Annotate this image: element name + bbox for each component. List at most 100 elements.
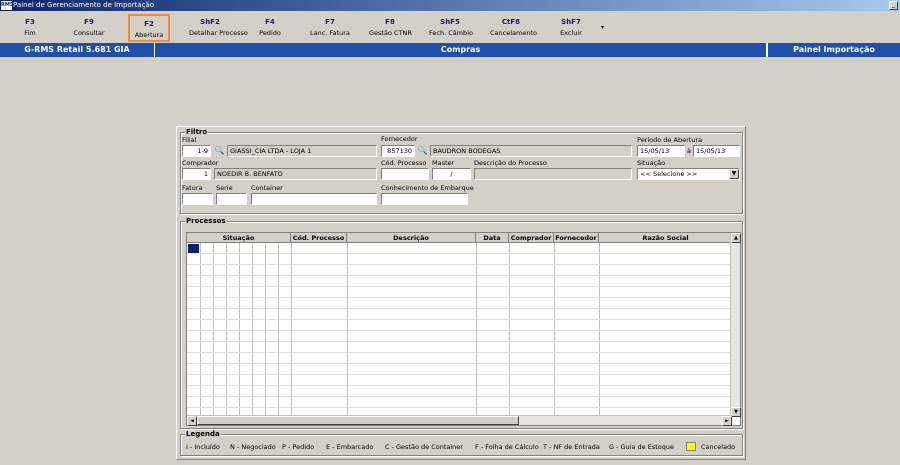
button-label: Detalhar Processo [189,29,248,37]
button-label: Excluir [560,29,582,37]
conhecimento-field[interactable] [381,193,468,205]
shortcut-key: ShF5 [440,18,460,26]
fornecedor-code-field[interactable]: 857130 [381,145,415,157]
processos-group: Processos Situação Cód. Processo Descriç… [180,217,743,429]
legend-item: C - Gestão de Container [385,443,463,451]
periodo-label: Período de Abertura [637,136,703,144]
shortcut-key: F3 [25,18,35,26]
cancelado-color-swatch [686,442,696,451]
filter-group-title: Filtro [185,128,209,136]
toolbar-button-cancelamento[interactable]: CtF8 Cancelamento [490,14,537,42]
processos-grid[interactable]: Situação Cód. Processo Descrição Data Co… [186,232,741,426]
button-label: Abertura [134,31,164,39]
column-header-data[interactable]: Data [476,233,509,243]
button-label: Gestão CTNR [369,29,412,37]
horizontal-scroll-thumb[interactable] [197,416,519,425]
toolbar-button-lanc-fatura[interactable]: F7 Lanc. Fatura [309,14,351,42]
horizontal-scrollbar[interactable]: ◄ ► [187,415,732,426]
comprador-name-field: NOEDIR B. BENFATO [214,168,377,180]
legend-item: I - Incluído [186,443,220,451]
legend-item: P - Pedido [282,443,315,451]
button-label: Fim [24,29,36,37]
column-header-cod-processo[interactable]: Cód. Processo [291,233,347,243]
filial-code-field[interactable]: 1-9 [182,145,211,157]
situacao-dropdown[interactable]: << Selecione >> ▼ [637,168,740,180]
column-header-comprador[interactable]: Comprador [509,233,554,243]
processos-group-title: Processos [185,217,227,225]
minimize-button[interactable]: _ [889,1,898,10]
cod-processo-field[interactable] [381,168,429,180]
fornecedor-name-field: BAUDRON BODEGAS [430,145,632,157]
serie-field[interactable] [216,193,247,205]
master-label: Master [432,159,455,167]
toolbar-button-abertura[interactable]: F2 Abertura [128,14,170,42]
selected-cell[interactable] [188,244,199,253]
binoculars-search-icon[interactable]: 🔍 [214,146,225,156]
comprador-label: Comprador [182,159,219,167]
periodo-separator: à [687,147,691,155]
chevron-down-icon[interactable]: ▼ [729,169,739,179]
shortcut-key: ShF7 [561,18,581,26]
situacao-label: Situação [637,159,666,167]
legend-item: N - Negociado [230,443,276,451]
grid-body[interactable] [187,243,732,417]
toolbar-button-gestao-ctnr[interactable]: F8 Gestão CTNR [369,14,412,42]
fatura-field[interactable] [182,193,213,205]
container-field[interactable] [251,193,377,205]
screen-name: Painel Importação [767,43,900,57]
shortcut-key: F4 [265,18,275,26]
toolbar-button-excluir[interactable]: ShF7 Excluir [550,14,592,42]
app-icon: RMS [1,1,14,10]
toolbar-button-detalhar-processo[interactable]: ShF2 Detalhar Processo [189,14,248,42]
button-label: Pedido [259,29,281,37]
column-header-razao-social[interactable]: Razão Social [599,233,732,243]
toolbar-button-fech-cambio[interactable]: ShF5 Fech. Câmbio [429,14,473,42]
fatura-label: Fatura [182,184,203,192]
legend-item: G - Guia de Estoque [609,443,674,451]
fornecedor-label: Fornecedor [381,135,418,143]
cod-processo-label: Cód. Processo [381,159,427,167]
vertical-scrollbar[interactable]: ▲ ▼ [730,233,741,417]
scroll-down-icon[interactable]: ▼ [731,407,741,417]
legend-item-cancelado: Cancelado [701,443,736,451]
scroll-left-icon[interactable]: ◄ [187,416,197,426]
periodo-to-field[interactable]: 15/05/13 [693,145,740,157]
shortcut-key: F2 [144,20,154,28]
toolbar-button-consultar[interactable]: F9 Consultar [68,14,110,42]
button-label: Fech. Câmbio [429,29,473,37]
scroll-up-icon[interactable]: ▲ [731,233,741,243]
chevron-down-icon[interactable]: ▾ [601,24,604,31]
legend-item: F - Folha de Cálculo [475,443,539,451]
filter-group: Filtro Filial 1-9 🔍 GIASSI_CIA LTDA - LO… [180,128,743,214]
legend-item: T - NF de Entrada [543,443,600,451]
column-header-situacao[interactable]: Situação [187,233,291,243]
window-titlebar: RMSPainel de Gerenciamento de Importação… [0,0,900,11]
column-header-descricao[interactable]: Descrição [347,233,476,243]
toolbar-button-pedido[interactable]: F4 Pedido [249,14,291,42]
shortcut-key: F8 [385,18,395,26]
master-field[interactable]: / [432,168,471,180]
button-label: Cancelamento [490,29,537,37]
main-panel: Filtro Filial 1-9 🔍 GIASSI_CIA LTDA - LO… [176,126,746,460]
container-label: Container [251,184,283,192]
button-label: Lanc. Fatura [310,29,350,37]
system-version: G-RMS Retail 5.681 GIA [0,43,155,57]
serie-label: Serie [216,184,233,192]
legend-item: E - Embarcado [326,443,374,451]
module-name: Compras [155,43,767,57]
comprador-code-field[interactable]: 1 [182,168,211,180]
shortcut-key: F7 [325,18,335,26]
periodo-from-field[interactable]: 15/05/13 [637,145,685,157]
scroll-right-icon[interactable]: ► [722,416,732,426]
column-header-fornecedor[interactable]: Fornecedor [554,233,599,243]
toolbar-button-fim[interactable]: F3 Fim [9,14,51,42]
module-header-bar: G-RMS Retail 5.681 GIA Compras Painel Im… [0,43,900,57]
binoculars-search-icon[interactable]: 🔍 [417,146,428,156]
shortcut-key: CtF8 [501,18,521,26]
button-label: Consultar [73,29,105,37]
situacao-selected-value: << Selecione >> [640,170,698,178]
toolbar: F3 Fim F9 Consultar F2 Abertura ShF2 Det… [0,11,900,43]
legend-group-title: Legenda [185,430,221,438]
descricao-processo-field[interactable] [474,168,632,180]
descricao-processo-label: Descrição do Processo [474,159,547,167]
